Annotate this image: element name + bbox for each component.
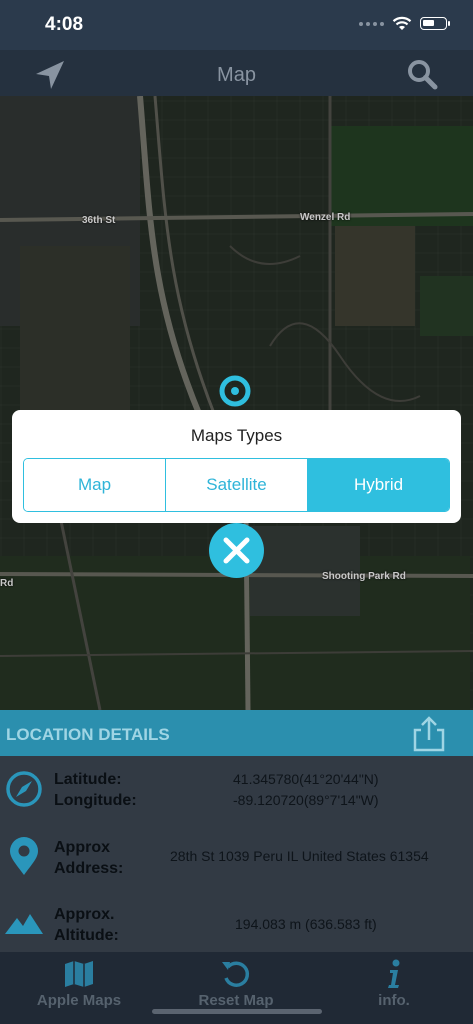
longitude-label: Longitude:: [54, 792, 137, 809]
reset-icon: [222, 961, 250, 987]
altitude-value: 194.083 m (636.583 ft): [235, 916, 377, 932]
detail-row-coordinates: Latitude: Longitude: 41.345780(41°20'44"…: [0, 756, 473, 822]
map-type-satellite-button[interactable]: Satellite: [166, 459, 308, 511]
location-details-header: LOCATION DETAILS: [0, 710, 473, 756]
map-pin-icon[interactable]: [218, 374, 252, 408]
map-type-segmented-control: Map Satellite Hybrid: [23, 458, 450, 512]
address-label-line2: Address:: [54, 860, 124, 877]
map-label-shooting-park-rd: Shooting Park Rd: [322, 571, 406, 582]
tab-info-label: info.: [378, 992, 410, 1009]
map-view[interactable]: 36th St Wenzel Rd Shooting Park Rd Rd: [0, 96, 473, 710]
detail-row-altitude: Approx. Altitude: 194.083 m (636.583 ft): [0, 888, 473, 952]
mountain-icon: [5, 914, 43, 934]
map-types-dialog: Maps Types Map Satellite Hybrid: [12, 410, 461, 523]
tab-apple-maps-label: Apple Maps: [36, 992, 122, 1009]
altitude-label-line2: Altitude:: [54, 927, 119, 944]
close-button[interactable]: [209, 523, 264, 578]
dialog-title: Maps Types: [190, 426, 283, 445]
map-icon: [65, 961, 93, 987]
battery-icon: [420, 17, 450, 30]
location-pin-icon: [10, 837, 38, 875]
wifi-icon: [392, 16, 412, 30]
nav-title: Map: [217, 64, 256, 86]
info-icon: [388, 959, 400, 988]
tab-info[interactable]: info.: [349, 958, 439, 1009]
tab-reset-map[interactable]: Reset Map: [181, 958, 291, 1009]
compass-icon: [6, 771, 42, 807]
map-type-hybrid-button[interactable]: Hybrid: [308, 459, 449, 511]
detail-row-address: Approx Address: 28th St 1039 Peru IL Uni…: [0, 822, 473, 888]
search-icon[interactable]: [405, 58, 441, 92]
tab-apple-maps[interactable]: Apple Maps: [24, 958, 134, 1009]
location-details-title: LOCATION DETAILS: [6, 725, 170, 744]
status-indicators: [359, 16, 450, 31]
longitude-value: -89.120720(89°7'14"W): [233, 792, 379, 808]
latitude-label: Latitude:: [54, 771, 122, 788]
cellular-signal-icon: [359, 21, 384, 26]
map-type-map-button[interactable]: Map: [24, 459, 166, 511]
altitude-label-line1: Approx.: [54, 906, 115, 923]
map-label-rd: Rd: [0, 578, 14, 589]
status-time: 4:08: [45, 14, 84, 35]
address-value: 28th St 1039 Peru IL United States 61354: [170, 848, 429, 864]
share-icon[interactable]: [411, 714, 447, 754]
latitude-value: 41.345780(41°20'44"N): [233, 771, 379, 787]
home-indicator: [152, 1009, 322, 1014]
tab-reset-map-label: Reset Map: [198, 992, 274, 1009]
map-label-wenzel-rd: Wenzel Rd: [300, 212, 351, 223]
status-bar: 4:08: [0, 0, 473, 50]
close-icon: [223, 537, 250, 564]
address-label-line1: Approx: [54, 839, 110, 856]
map-label-36th-st: 36th St: [82, 215, 116, 226]
location-details-body: Latitude: Longitude: 41.345780(41°20'44"…: [0, 756, 473, 952]
nav-bar: Map: [0, 50, 473, 96]
